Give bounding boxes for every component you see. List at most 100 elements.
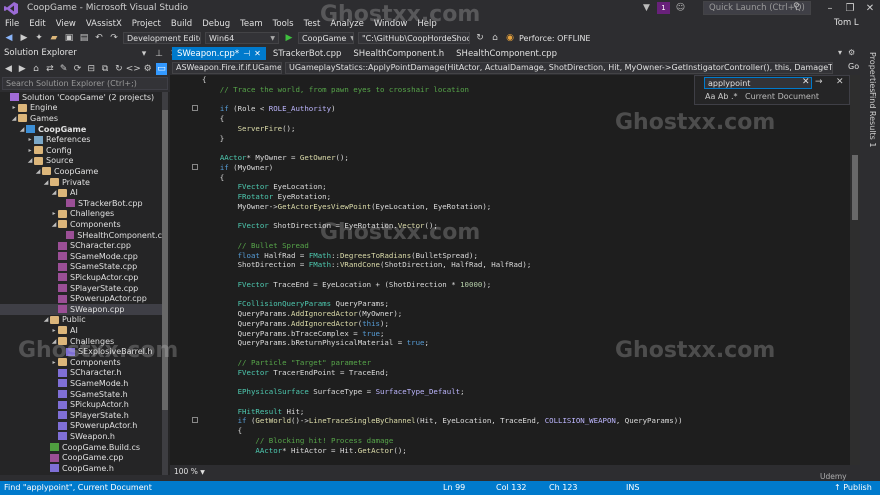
tree-item[interactable]: SGameState.h	[0, 389, 162, 400]
collapse-marker-icon[interactable]	[192, 163, 198, 170]
tree-item[interactable]: ▸ References	[0, 134, 162, 145]
expand-arrow-icon[interactable]: ◢	[26, 157, 34, 164]
find-results-tab[interactable]: Find Results 1	[868, 92, 877, 147]
tree-item[interactable]: Solution 'CoopGame' (2 projects)	[0, 92, 162, 103]
menu-project[interactable]: Project	[132, 19, 161, 29]
new-item-icon[interactable]: ✦	[33, 32, 45, 44]
expand-arrow-icon[interactable]: ◢	[18, 126, 26, 133]
code-line[interactable]: FVector TracerEndPoint = TraceEnd;	[202, 368, 389, 378]
expand-arrow-icon[interactable]: ▸	[10, 104, 18, 111]
tree-item[interactable]: SGameMode.h	[0, 378, 162, 389]
tree-item[interactable]: SGameState.cpp	[0, 262, 162, 273]
zoom-level[interactable]: 100 % ▼	[174, 467, 205, 476]
expand-arrow-icon[interactable]: ▸	[50, 210, 58, 217]
pin-icon[interactable]: ⊥	[153, 48, 165, 60]
code-line[interactable]: MyOwner->GetActorEyesViewPoint(EyeLocati…	[202, 202, 492, 212]
tab-shealthcomponent-cpp[interactable]: SHealthComponent.cpp	[451, 47, 562, 60]
menu-file[interactable]: File	[5, 19, 19, 29]
expand-arrow-icon[interactable]: ◢	[50, 189, 58, 196]
code-line[interactable]: ServerFire();	[202, 124, 296, 134]
menu-edit[interactable]: Edit	[29, 19, 45, 29]
tab-overflow-icon[interactable]: ▾	[838, 48, 842, 57]
home-icon[interactable]: ⌂	[31, 63, 42, 75]
code-line[interactable]: FRotator EyeRotation;	[202, 192, 331, 202]
tree-item[interactable]: CoopGame.h	[0, 463, 162, 474]
code-line[interactable]: {	[202, 426, 242, 436]
save-icon[interactable]: ▣	[63, 32, 75, 44]
tree-item[interactable]: STrackerBot.cpp	[0, 198, 162, 209]
collapse-all-icon[interactable]: ⊟	[86, 63, 97, 75]
pending-changes-icon[interactable]: ✎	[58, 63, 69, 75]
menu-test[interactable]: Test	[304, 19, 321, 29]
code-line[interactable]: ShotDirection = FMath::VRandCone(ShotDir…	[202, 260, 532, 270]
code-line[interactable]: // Particle "Target" parameter	[202, 358, 372, 368]
code-line[interactable]: AActor* HitActor = Hit.GetActor();	[202, 446, 406, 456]
expand-arrow-icon[interactable]: ▸	[26, 136, 34, 143]
tree-item[interactable]: ◢ Public	[0, 315, 162, 326]
code-line[interactable]: FHitResult Hit;	[202, 407, 305, 417]
code-line[interactable]: FVector TraceEnd = EyeLocation + (ShotDi…	[202, 280, 492, 290]
tab-sweapon-cpp[interactable]: SWeapon.cpp* ⊣ ✕	[172, 47, 266, 60]
editor-gutter[interactable]	[170, 75, 200, 465]
code-line[interactable]: QueryParams.AddIgnoredActor(this);	[202, 319, 389, 329]
tree-item[interactable]: SCharacter.h	[0, 368, 162, 379]
tree-item[interactable]: SPlayerState.cpp	[0, 283, 162, 294]
menu-tools[interactable]: Tools	[273, 19, 294, 29]
open-icon[interactable]: ▰	[48, 32, 60, 44]
tree-item[interactable]: ◢ CoopGame	[0, 166, 162, 177]
properties-tab[interactable]: Properties	[868, 52, 877, 92]
tree-item[interactable]: ▸ Config	[0, 145, 162, 156]
expand-arrow-icon[interactable]: ▸	[50, 327, 58, 334]
forward-icon[interactable]: ▶	[17, 63, 28, 75]
search-icon[interactable]: ⚲	[793, 2, 800, 12]
go-button[interactable]: Go	[848, 62, 859, 71]
expand-arrow-icon[interactable]: ◢	[42, 179, 50, 186]
switch-views-icon[interactable]: ⇄	[44, 63, 55, 75]
menu-build[interactable]: Build	[171, 19, 192, 29]
feedback-icon[interactable]: ☺	[674, 2, 687, 14]
menu-team[interactable]: Team	[240, 19, 262, 29]
code-view-icon[interactable]: <>	[126, 63, 141, 75]
filter-icon[interactable]: ▼	[640, 2, 653, 14]
perforce-status[interactable]: Perforce: OFFLINE	[519, 34, 591, 43]
tree-item[interactable]: SPickupActor.cpp	[0, 272, 162, 283]
user-account[interactable]: Tom L	[834, 18, 859, 28]
tree-item[interactable]: SPlayerState.h	[0, 410, 162, 421]
preview-icon[interactable]: ▭	[156, 62, 167, 75]
code-line[interactable]: FVector EyeLocation;	[202, 182, 327, 192]
tree-item[interactable]: SHealthComponent.c	[0, 230, 162, 241]
tree-item[interactable]: ▸ AI	[0, 325, 162, 336]
expand-arrow-icon[interactable]: ◢	[42, 316, 50, 323]
menu-vassistx[interactable]: VAssistX	[86, 19, 122, 29]
collapse-marker-icon[interactable]	[192, 105, 198, 112]
sync-icon[interactable]: ⟳	[72, 63, 83, 75]
expand-arrow-icon[interactable]: ◢	[50, 221, 58, 228]
menu-debug[interactable]: Debug	[202, 19, 230, 29]
perforce-icon[interactable]: ◉	[504, 32, 516, 44]
menu-view[interactable]: View	[56, 19, 76, 29]
back-icon[interactable]: ◀	[3, 63, 14, 75]
tree-item[interactable]: SWeapon.h	[0, 431, 162, 442]
code-line[interactable]: // Trace the world, from pawn eyes to cr…	[202, 85, 469, 95]
tab-shealthcomponent-h[interactable]: SHealthComponent.h	[348, 47, 449, 60]
show-all-files-icon[interactable]: ⧉	[100, 63, 111, 75]
code-line[interactable]: FCollisionQueryParams QueryParams;	[202, 299, 389, 309]
expand-arrow-icon[interactable]: ▸	[26, 147, 34, 154]
tree-item[interactable]: ◢ Source	[0, 156, 162, 167]
solution-explorer-search-input[interactable]: Search Solution Explorer (Ctrl+;)	[2, 77, 168, 90]
tree-item[interactable]: ◢ Games	[0, 113, 162, 124]
editor-scroll-thumb[interactable]	[852, 155, 858, 220]
code-line[interactable]: if (Role < ROLE_Authority)	[202, 104, 336, 114]
code-line[interactable]: QueryParams.bTraceComplex = true;	[202, 329, 385, 339]
tree-item[interactable]: SWeapon.cpp	[0, 304, 162, 315]
redo-icon[interactable]: ↷	[108, 32, 120, 44]
forward-icon[interactable]: ▶	[18, 32, 30, 44]
code-line[interactable]: {	[202, 173, 224, 183]
expand-arrow-icon[interactable]: ◢	[10, 115, 18, 122]
dropdown-icon[interactable]: ▾	[138, 48, 150, 60]
scope-dropdown[interactable]: ASWeapon.Fire.if.if.UGamej▼	[172, 61, 282, 74]
code-line[interactable]: {	[202, 75, 206, 85]
code-line[interactable]: if (MyOwner)	[202, 163, 273, 173]
properties-icon[interactable]: ⚙	[142, 63, 153, 75]
tree-item[interactable]: CoopGame.cpp	[0, 452, 162, 463]
